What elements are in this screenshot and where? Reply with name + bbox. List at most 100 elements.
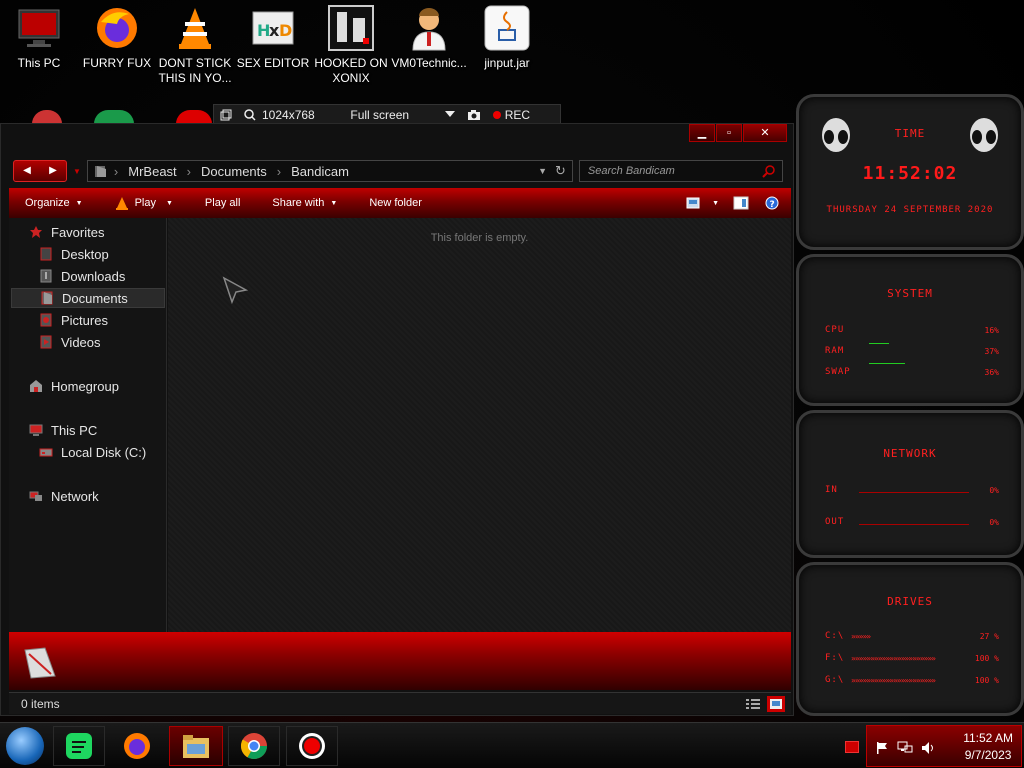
large-icons-view-icon[interactable]: [767, 695, 785, 712]
drive-g-value: 100 %: [974, 676, 999, 685]
bandicam-resolution-text: 1024x768: [262, 108, 315, 122]
preview-pane-button[interactable]: [725, 196, 757, 210]
back-button[interactable]: ◀: [14, 161, 40, 181]
bandicam-screenshot-button[interactable]: [461, 105, 487, 125]
drive-g-label: G:\: [825, 675, 845, 685]
volume-icon[interactable]: [921, 741, 937, 755]
organize-menu[interactable]: Organize ▼: [9, 197, 99, 209]
breadcrumb-bandicam[interactable]: Bandicam: [281, 164, 359, 179]
desktop-icon-sex-editor[interactable]: HxD SEX EDITOR: [234, 4, 312, 71]
desktop-icon-vlc[interactable]: DONT STICK THIS IN YO...: [156, 4, 234, 86]
bandicam-mode-select[interactable]: Full screen: [321, 105, 439, 125]
help-icon: ?: [765, 196, 779, 210]
chrome-icon: [240, 733, 268, 760]
bandicam-window-mode-button[interactable]: [214, 105, 238, 125]
favorites-star-icon: [30, 226, 42, 238]
play-menu[interactable]: Play ▼: [99, 196, 189, 210]
minimize-button[interactable]: ▁: [689, 124, 715, 142]
address-bar[interactable]: › MrBeast › Documents › Bandicam ▼ ↻: [86, 160, 573, 182]
system-gadget[interactable]: SYSTEM CPU 16% RAM 37% SWAP 36%: [796, 254, 1024, 406]
taskbar-time: 11:52 AM: [963, 731, 1013, 745]
chevron-down-icon: ▼: [165, 199, 173, 207]
taskbar-file-explorer[interactable]: [169, 726, 223, 766]
drive-g-bar: »»»»»»»»»»»»»»»»»»»»»»: [851, 676, 936, 685]
nav-documents[interactable]: Documents: [11, 288, 165, 308]
desktop-icon-furry-fux[interactable]: FURRY FUX: [78, 4, 156, 71]
nav-favorites-label: Favorites: [51, 224, 105, 240]
desktop-icon-label: This PC: [17, 56, 61, 70]
nav-videos-label: Videos: [61, 334, 101, 350]
taskbar: 11:52 AM 9/7/2023: [0, 722, 1024, 768]
desktop-icon-jinput[interactable]: jinput.jar: [468, 4, 546, 71]
chevron-down-icon: ▼: [75, 199, 83, 207]
search-box[interactable]: Search Bandicam: [578, 160, 783, 182]
nav-homegroup-label: Homegroup: [51, 378, 119, 394]
nav-desktop[interactable]: Desktop: [39, 244, 109, 264]
recent-locations-dropdown[interactable]: ▼: [73, 167, 81, 176]
network-out-graph: [859, 524, 969, 525]
svg-text:D: D: [279, 21, 292, 40]
address-dropdown-button[interactable]: ▼: [538, 166, 547, 176]
bandicam-rec-button[interactable]: REC: [487, 105, 536, 125]
taskbar-firefox[interactable]: [111, 726, 163, 766]
drive-c-label: C:\: [825, 631, 845, 641]
java-icon: [483, 4, 531, 52]
nav-network[interactable]: Network: [29, 486, 99, 506]
nav-videos[interactable]: Videos: [39, 332, 101, 352]
breadcrumb-mrbeast[interactable]: MrBeast: [118, 164, 186, 179]
file-list[interactable]: This folder is empty.: [168, 218, 791, 632]
nav-pictures[interactable]: Pictures: [39, 310, 108, 330]
desktop-icon-vm0technic[interactable]: VM0Technic...: [390, 4, 468, 71]
start-button[interactable]: [6, 727, 44, 765]
time-gadget-title: TIME: [894, 127, 926, 140]
search-icon: [762, 165, 775, 178]
help-button[interactable]: ?: [757, 196, 791, 210]
bandicam-mode-dropdown[interactable]: [439, 105, 461, 125]
forward-button[interactable]: ▶: [40, 161, 66, 181]
taskbar-bandicam[interactable]: [286, 726, 338, 766]
new-folder-button[interactable]: New folder: [353, 197, 438, 209]
nav-homegroup[interactable]: Homegroup: [29, 376, 119, 396]
record-dot-icon: [492, 111, 501, 119]
maximize-button[interactable]: ▫: [716, 124, 742, 142]
ram-value: 37%: [984, 347, 999, 356]
chevron-down-icon: ▼: [712, 199, 719, 207]
homegroup-icon: [30, 380, 42, 392]
drive-f-label: F:\: [825, 653, 845, 663]
drives-gadget[interactable]: DRIVES C:\ »»»»» 27 % F:\ »»»»»»»»»»»»»»…: [796, 562, 1024, 716]
background-icon-partial: [176, 110, 212, 124]
close-button[interactable]: ✕: [743, 124, 787, 142]
share-with-menu[interactable]: Share with ▼: [256, 197, 353, 209]
empty-folder-message: This folder is empty.: [430, 232, 529, 244]
taskbar-clock[interactable]: 11:52 AM 9/7/2023: [963, 730, 1013, 764]
taskbar-spotify[interactable]: [53, 726, 105, 766]
change-view-button[interactable]: ▼: [680, 197, 725, 209]
nav-local-disk[interactable]: Local Disk (C:): [39, 442, 146, 462]
bandicam-mode-text: Full screen: [350, 108, 410, 122]
item-count: 0 items: [21, 696, 60, 711]
show-hidden-icons-button[interactable]: [845, 741, 859, 753]
refresh-icon[interactable]: ↻: [555, 163, 566, 179]
desktop-icon-this-pc[interactable]: This PC: [0, 4, 78, 71]
nav-downloads[interactable]: Downloads: [39, 266, 125, 286]
nav-this-pc[interactable]: This PC: [29, 420, 97, 440]
background-icon-partial: [32, 110, 62, 124]
bandicam-resolution[interactable]: 1024x768: [238, 105, 321, 125]
search-placeholder: Search Bandicam: [587, 165, 675, 177]
time-gadget[interactable]: TIME 11:52:02 THURSDAY 24 SEPTEMBER 2020: [796, 94, 1024, 250]
nav-favorites[interactable]: Favorites: [29, 222, 104, 242]
desktop-icon-label: DONT STICK THIS IN YO...: [158, 56, 232, 85]
computer-icon: [29, 424, 43, 436]
network-gadget[interactable]: NETWORK IN 0% OUT 0%: [796, 410, 1024, 558]
network-in-graph: [859, 492, 969, 493]
network-tray-icon[interactable]: [897, 741, 913, 755]
monitor-icon: [15, 4, 63, 52]
details-view-icon[interactable]: [745, 697, 761, 711]
action-center-flag-icon[interactable]: [875, 741, 889, 755]
taskbar-chrome[interactable]: [228, 726, 280, 766]
explorer-window: ▁ ▫ ✕ ◀ ▶ ▼ › MrBeast › Documents › Band…: [0, 123, 794, 716]
breadcrumb-documents[interactable]: Documents: [191, 164, 277, 179]
window-mode-icon: [220, 109, 232, 121]
play-all-button[interactable]: Play all: [189, 197, 256, 209]
desktop-icon-xonix[interactable]: HOOKED ON XONIX: [312, 4, 390, 86]
